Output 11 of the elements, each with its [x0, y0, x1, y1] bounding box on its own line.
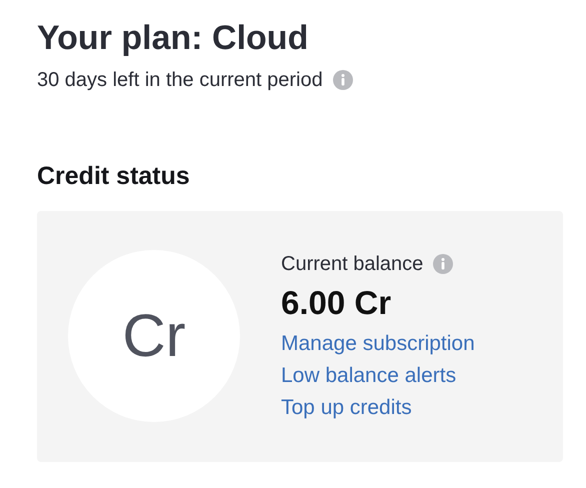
- info-icon[interactable]: [433, 254, 454, 274]
- credit-avatar: Cr: [68, 250, 240, 422]
- section-heading: Credit status: [37, 160, 191, 191]
- info-icon[interactable]: [332, 70, 353, 90]
- action-link[interactable]: Manage subscription: [281, 328, 475, 360]
- action-link[interactable]: Low balance alerts: [281, 360, 475, 392]
- balance-value: 6.00 Cr: [281, 282, 392, 322]
- balance-label: Current balance: [281, 252, 424, 276]
- period-text: 30 days left in the current period: [37, 68, 323, 93]
- action-link[interactable]: Top up credits: [281, 392, 475, 424]
- plan-title: Your plan: Cloud: [37, 18, 310, 59]
